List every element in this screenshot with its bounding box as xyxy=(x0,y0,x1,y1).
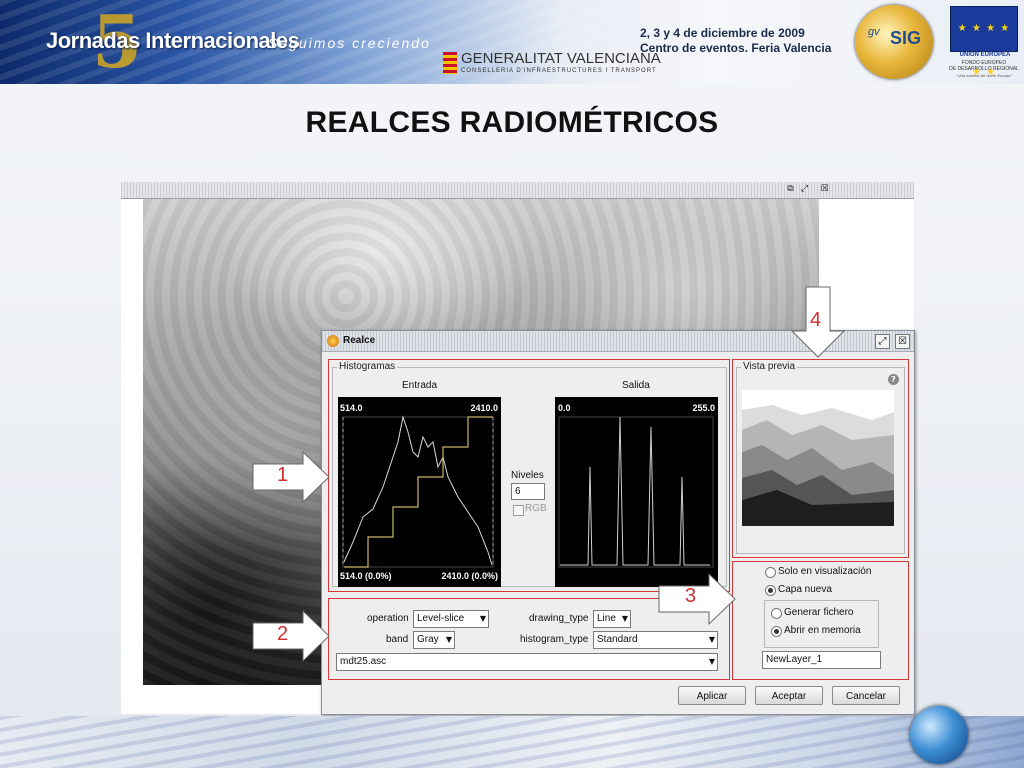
rgb-label: RGB xyxy=(525,503,547,514)
restore-icon[interactable]: ⧉ xyxy=(785,184,796,195)
gvsig-logo-prefix: gv xyxy=(868,26,880,38)
chevron-down-icon: ▼ xyxy=(708,657,715,666)
event-place: Centro de eventos. Feria Valencia xyxy=(640,41,832,55)
band-value: Gray xyxy=(417,634,439,645)
niveles-label: Niveles xyxy=(511,470,544,481)
histogram-type-label: histogram_type xyxy=(520,634,589,645)
niveles-input[interactable]: 6 xyxy=(511,483,545,500)
arrow-right-icon xyxy=(658,572,736,626)
close-icon[interactable]: ☒ xyxy=(819,184,830,195)
entrada-label: Entrada xyxy=(402,380,438,391)
chevron-down-icon: ▼ xyxy=(621,614,628,623)
histogram-salida[interactable]: 0.0 255.0 xyxy=(555,397,718,587)
callout-arrow-2: 2 xyxy=(251,609,331,663)
layer-value: mdt25.asc xyxy=(340,656,387,667)
preview-level-slice xyxy=(742,390,894,526)
maximize-icon[interactable]: ⤢ xyxy=(875,334,890,349)
preview-image xyxy=(742,390,894,526)
histogram-entrada-plot xyxy=(342,415,494,568)
histogram-entrada[interactable]: 514.0 2410.0 514.0 (0.0%) 2410.0 (0.0%) xyxy=(338,397,501,587)
salida-spikes xyxy=(560,416,710,566)
callout-arrow-4: 4 xyxy=(790,285,846,359)
chevron-down-icon: ▼ xyxy=(479,614,486,623)
callout-number-3: 3 xyxy=(685,585,697,607)
histogram-type-value: Standard xyxy=(597,634,638,645)
operation-select[interactable]: Level-slice ▼ xyxy=(413,610,489,628)
event-name: Jornadas Internacionales xyxy=(46,28,300,53)
drawing-type-label: drawing_type xyxy=(529,613,589,624)
generar-fichero-label: Generar fichero xyxy=(784,607,854,618)
realce-dialog: Realce ⤢ ☒ Histogramas Entrada Salida 51… xyxy=(321,330,915,715)
solo-visualizacion-label: Solo en visualización xyxy=(778,566,872,577)
band-label: band xyxy=(386,634,409,645)
eu-fund-detail: DE DESARROLLO REGIONAL xyxy=(949,66,1019,72)
preview-group: Vista previa ? xyxy=(736,361,905,554)
realce-title: Realce xyxy=(343,335,376,346)
callout-arrow-3: 3 xyxy=(657,572,737,626)
salida-label: Salida xyxy=(622,380,650,391)
generalitat-emblem-icon xyxy=(443,52,457,74)
callout-number-2: 2 xyxy=(277,623,289,645)
eu-title: UNIÓN EUROPEA xyxy=(959,52,1011,58)
close-icon[interactable]: ☒ xyxy=(895,334,910,349)
gvsig-logo-text: SIG xyxy=(890,28,922,48)
radio-solo-visualizacion[interactable] xyxy=(765,567,776,578)
maximize-icon[interactable]: ⤢ xyxy=(799,184,810,195)
header-banner: 5 Jornadas Internacionales Seguimos crec… xyxy=(0,0,1024,84)
histogram-type-select[interactable]: Standard ▼ xyxy=(593,631,718,649)
callout-arrow-1: 1 xyxy=(251,450,331,504)
drawing-type-select[interactable]: Line ▼ xyxy=(593,610,631,628)
operation-value: Level-slice xyxy=(417,613,465,624)
eu-stars-icon: ★ ★ ★ ★ ★ ★ xyxy=(957,23,1011,78)
radio-abrir-memoria[interactable] xyxy=(771,626,782,637)
entrada-min-pct: 514.0 (0.0%) xyxy=(340,571,392,581)
preview-group-label: Vista previa xyxy=(741,361,798,372)
event-date: 2, 3 y 4 de diciembre de 2009 xyxy=(640,26,805,40)
radio-capa-nueva[interactable] xyxy=(765,585,776,596)
callout-number-4: 4 xyxy=(810,309,822,331)
layer-select[interactable]: mdt25.asc ▼ xyxy=(336,653,718,671)
map-window-titlebar[interactable]: ⧉ ⤢ ☒ xyxy=(121,182,914,199)
realce-app-icon xyxy=(327,335,339,347)
band-select[interactable]: Gray ▼ xyxy=(413,631,455,649)
chevron-down-icon: ▼ xyxy=(445,635,452,644)
aplicar-button[interactable]: Aplicar xyxy=(678,686,746,705)
capa-nueva-label: Capa nueva xyxy=(778,584,832,595)
globe-icon xyxy=(910,706,968,764)
slide-title: REALCES RADIOMÉTRICOS xyxy=(305,106,719,139)
histograms-group-label: Histogramas xyxy=(337,361,398,372)
event-slogan: Seguimos creciendo xyxy=(268,35,431,51)
rgb-checkbox[interactable] xyxy=(513,505,524,516)
footer-banner xyxy=(0,716,1024,768)
entrada-max-pct: 2410.0 (0.0%) xyxy=(441,571,498,581)
eu-motto: "Una manera de hacer Europa" xyxy=(956,73,1012,78)
new-layer-name-input[interactable]: NewLayer_1 xyxy=(762,651,881,669)
arrow-right-icon xyxy=(252,450,330,504)
operation-label: operation xyxy=(367,613,409,624)
chevron-down-icon: ▼ xyxy=(708,635,715,644)
radio-generar-fichero[interactable] xyxy=(771,608,782,619)
footer-decoration xyxy=(0,716,1024,768)
generalitat-name: GENERALITAT VALENCIANA xyxy=(461,50,661,67)
abrir-memoria-label: Abrir en memoria xyxy=(784,625,861,636)
drawing-type-value: Line xyxy=(597,613,616,624)
cancelar-button[interactable]: Cancelar xyxy=(832,686,900,705)
eu-flag: ★ ★ ★ ★ ★ ★ xyxy=(950,6,1018,78)
callout-number-1: 1 xyxy=(277,464,289,486)
aceptar-button[interactable]: Aceptar xyxy=(755,686,823,705)
histogram-salida-plot xyxy=(558,416,714,568)
arrow-right-icon xyxy=(252,609,330,663)
plot-frame xyxy=(558,416,714,568)
level-slice-steps xyxy=(344,416,493,568)
help-icon[interactable]: ? xyxy=(888,374,899,385)
generalitat-subtitle: CONSELLERIA D'INFRAESTRUCTURES I TRANSPO… xyxy=(461,68,657,74)
